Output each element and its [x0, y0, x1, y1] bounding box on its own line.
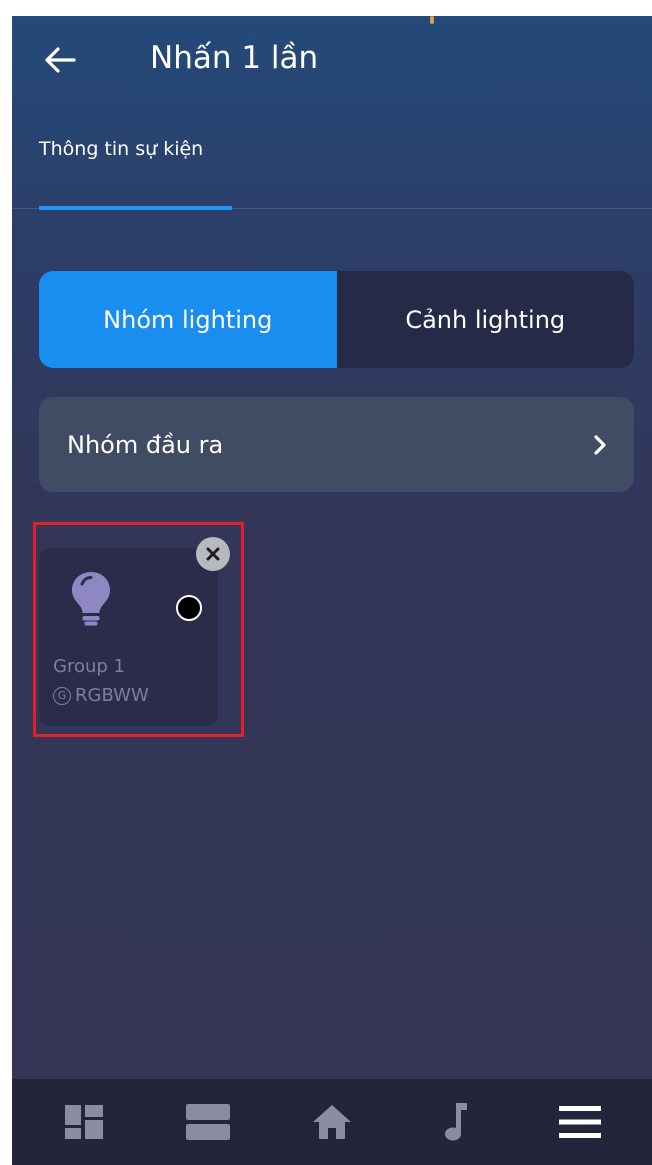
- device-type-label: RGBWW: [75, 685, 149, 706]
- menu-icon: [559, 1106, 601, 1138]
- group-type-icon: G: [53, 687, 71, 705]
- lightbulb-icon: [72, 572, 110, 626]
- nav-menu[interactable]: [550, 1092, 610, 1152]
- nav-home[interactable]: [302, 1092, 362, 1152]
- tab-active-indicator: [39, 206, 232, 210]
- music-icon: [445, 1103, 467, 1141]
- output-group-row[interactable]: Nhóm đầu ra: [39, 397, 634, 492]
- device-type: G RGBWW: [53, 683, 149, 709]
- segment-lighting-group[interactable]: Nhóm lighting: [39, 271, 337, 368]
- device-name: Group 1: [53, 656, 125, 677]
- output-group-label: Nhóm đầu ra: [67, 430, 224, 459]
- lighting-type-segmented-control: Nhóm lighting Cảnh lighting: [39, 271, 634, 368]
- chevron-right-icon: [594, 434, 606, 455]
- device-status-indicator: [176, 595, 202, 621]
- rooms-icon: [186, 1104, 230, 1140]
- app-screen: Nhấn 1 lần Thông tin sự kiện Nhóm lighti…: [12, 16, 652, 1165]
- header: Nhấn 1 lần: [12, 16, 652, 106]
- tab-event-info[interactable]: Thông tin sự kiện: [39, 134, 203, 164]
- close-icon: [206, 547, 220, 561]
- bottom-navigation: [12, 1079, 652, 1165]
- remove-device-button[interactable]: [196, 537, 230, 571]
- page-title: Nhấn 1 lần: [150, 40, 319, 76]
- back-button[interactable]: [36, 36, 84, 84]
- home-icon: [313, 1105, 351, 1139]
- device-card[interactable]: Group 1 G RGBWW: [39, 548, 218, 726]
- segment-lighting-scene[interactable]: Cảnh lighting: [337, 271, 635, 368]
- nav-rooms[interactable]: [178, 1092, 238, 1152]
- nav-dashboard[interactable]: [54, 1092, 114, 1152]
- dashboard-icon: [65, 1105, 103, 1139]
- arrow-left-icon: [45, 47, 76, 73]
- nav-music[interactable]: [426, 1092, 486, 1152]
